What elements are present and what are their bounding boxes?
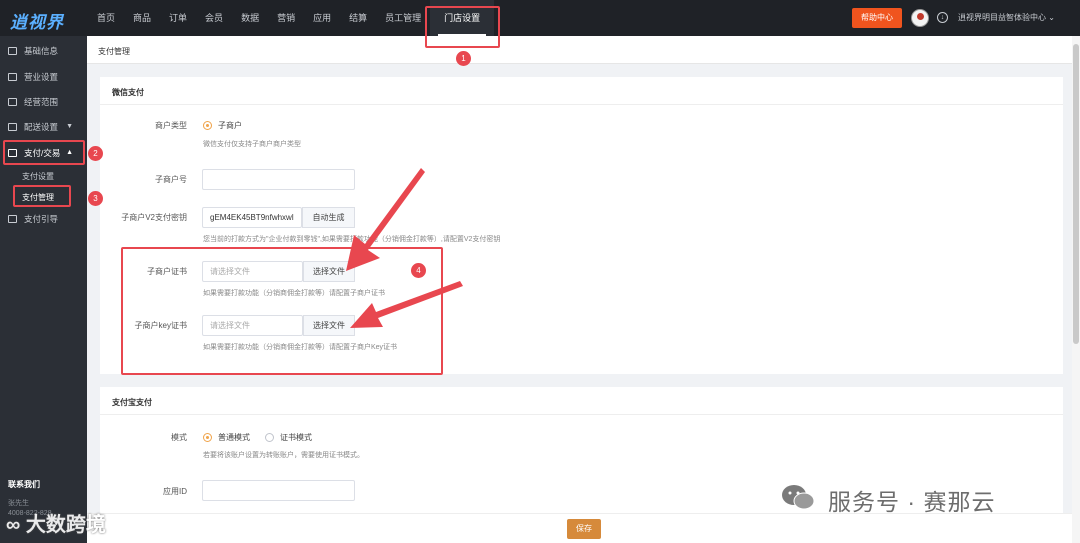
sidebar-item-payment-guide[interactable]: 支付引导	[0, 207, 87, 231]
highlight-cert-section	[121, 247, 443, 375]
sidebar-item-label: 基础信息	[24, 46, 59, 56]
store-icon	[8, 73, 17, 81]
sidebar-item-basic-info[interactable]: 基础信息	[0, 39, 87, 63]
highlight-payment-management	[13, 185, 71, 207]
v2-key-hint: 您当前的打款方式为"企业付款到零钱",如果需要打款功能（分销佣金打款等）,请配置…	[203, 236, 501, 243]
delivery-icon	[8, 123, 17, 131]
mode-cert-option[interactable]: 证书模式	[280, 432, 312, 443]
merchant-type-hint: 微信支付仅支持子商户商户类型	[203, 141, 301, 148]
highlight-store-settings	[425, 6, 500, 48]
app-id-label: 应用ID	[163, 487, 187, 496]
chevron-down-icon: ▼	[66, 123, 73, 130]
nav-staff[interactable]: 员工管理	[376, 0, 430, 36]
merchant-type-radio[interactable]	[203, 121, 212, 130]
annotation-badge-3: 3	[88, 191, 103, 206]
help-center-button[interactable]: 帮助中心	[852, 8, 902, 28]
nav-marketing[interactable]: 营销	[268, 0, 304, 36]
download-icon[interactable]: ↓	[937, 12, 948, 23]
wechat-logo-icon	[782, 485, 815, 510]
save-bar: 保存	[87, 513, 1080, 543]
sidebar-item-label: 支付引导	[24, 214, 59, 224]
watermark-brand-icon: ∞	[6, 514, 26, 536]
nav-home[interactable]: 首页	[88, 0, 124, 36]
v2-key-input[interactable]: gEM4EK45BT9nfwhxwl	[202, 207, 302, 228]
nav-settlement[interactable]: 结算	[340, 0, 376, 36]
divider	[100, 414, 1063, 415]
auto-generate-button[interactable]: 自动生成	[302, 207, 355, 228]
section-title: 支付宝支付	[112, 398, 152, 407]
sidebar-item-label: 营业设置	[24, 72, 59, 82]
nav-orders[interactable]: 订单	[160, 0, 196, 36]
mode-cert-radio[interactable]	[265, 433, 274, 442]
merchant-type-option[interactable]: 子商户	[218, 120, 242, 131]
mode-hint: 若要将该账户设置为转账账户，需要使用证书模式。	[203, 452, 364, 459]
nav-members[interactable]: 会员	[196, 0, 232, 36]
app-logo[interactable]: 逍视界	[10, 8, 64, 33]
nav-goods[interactable]: 商品	[124, 0, 160, 36]
top-navbar: 逍视界 首页 商品 订单 会员 数据 营销 应用 结算 员工管理 门店设置 帮助…	[0, 0, 1080, 36]
v2-key-label: 子商户V2支付密钥	[121, 213, 187, 222]
scope-icon	[8, 98, 17, 106]
sidebar-item-label: 配送设置	[24, 122, 59, 132]
watermark-brand-text: 大数跨境	[25, 514, 106, 536]
scrollbar[interactable]	[1072, 36, 1080, 543]
sidebar: 基础信息 营业设置 经营范围 配送设置 ▼ 支付/交易 ▲ 支付设置 支付管理 …	[0, 36, 87, 543]
section-title: 微信支付	[112, 88, 144, 97]
contact-title: 联系我们	[8, 480, 40, 489]
annotation-badge-1: 1	[456, 51, 471, 66]
merchant-type-label: 商户类型	[155, 121, 187, 130]
sidebar-item-business-settings[interactable]: 营业设置	[0, 65, 87, 89]
avatar[interactable]	[911, 9, 929, 27]
annotation-badge-2: 2	[88, 146, 103, 161]
nav-apps[interactable]: 应用	[304, 0, 340, 36]
page-title: 支付管理	[98, 47, 130, 56]
sub-mch-id-input[interactable]	[202, 169, 355, 190]
guide-icon	[8, 215, 17, 223]
highlight-payment-trade	[3, 140, 85, 165]
sub-mch-id-label: 子商户号	[155, 175, 187, 184]
mode-normal-radio[interactable]	[203, 433, 212, 442]
scrollbar-thumb[interactable]	[1073, 44, 1079, 344]
page-header: 支付管理	[87, 36, 1080, 64]
watermark-service-account: 服务号 · 赛那云	[828, 489, 996, 515]
sidebar-item-business-scope[interactable]: 经营范围	[0, 90, 87, 114]
sidebar-item-delivery-settings[interactable]: 配送设置 ▼	[0, 115, 87, 139]
annotation-badge-4: 4	[411, 263, 426, 278]
divider	[100, 104, 1063, 105]
sidebar-item-label: 经营范围	[24, 97, 59, 107]
mode-normal-option[interactable]: 普通模式	[218, 432, 250, 443]
nav-data[interactable]: 数据	[232, 0, 268, 36]
contact-person: 张先生	[8, 500, 29, 507]
save-button[interactable]: 保存	[567, 519, 601, 539]
document-icon	[8, 47, 17, 55]
app-id-input[interactable]	[202, 480, 355, 501]
account-menu[interactable]: 逍视界明目益智体验中心 ⌄	[958, 12, 1055, 23]
mode-label: 模式	[171, 433, 187, 442]
watermark-brand: ∞ 大数跨境	[6, 508, 106, 537]
sidebar-sub-payment-settings[interactable]: 支付设置	[22, 171, 54, 182]
